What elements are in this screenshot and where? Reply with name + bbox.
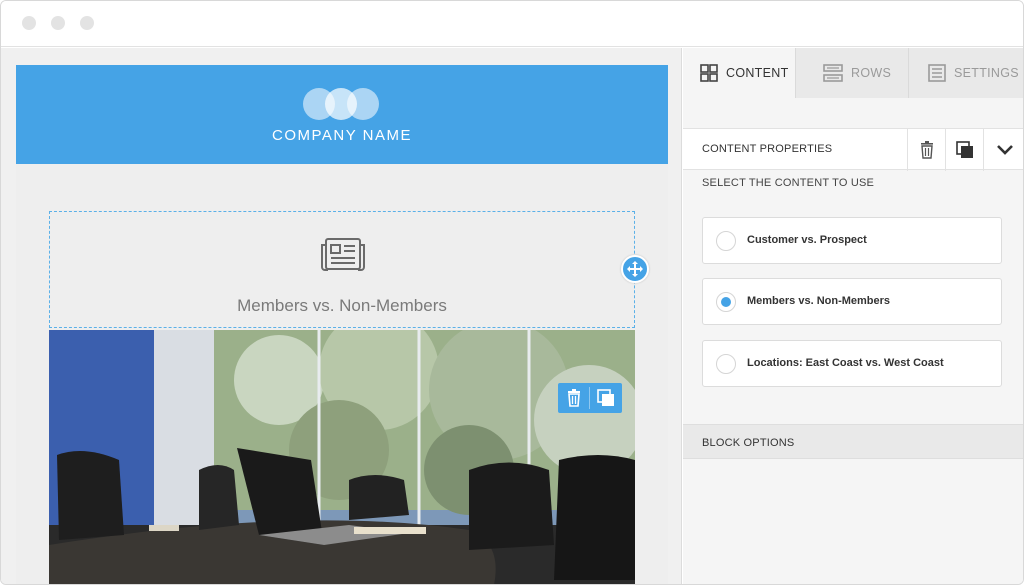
dynamic-block-title: Members vs. Non-Members: [237, 296, 447, 315]
settings-icon: [928, 64, 946, 82]
duplicate-icon[interactable]: [597, 389, 615, 407]
photo-illustration: [49, 330, 635, 584]
trash-icon: [920, 141, 933, 159]
editor-canvas: COMPANY NAME Members vs. Non-Members: [1, 48, 682, 584]
sidebar-tabs: CONTENT ROWS SETTINGS: [683, 48, 1023, 98]
radio-button[interactable]: [716, 354, 736, 374]
radio-button-selected[interactable]: [716, 292, 736, 312]
sidebar-panel: CONTENT ROWS SETTINGS CONTENT PROPERTIES…: [683, 48, 1023, 584]
option-label: Customer vs. Prospect: [747, 234, 867, 246]
window-control-dot[interactable]: [51, 16, 65, 30]
option-label: Members vs. Non-Members: [747, 295, 891, 307]
content-option[interactable]: Members vs. Non-Members: [702, 278, 1002, 325]
window-titlebar: [1, 1, 1023, 47]
image-block-toolbar: [558, 383, 622, 413]
grid-icon: [700, 64, 718, 82]
tab-label: SETTINGS: [954, 66, 1019, 80]
app-window: COMPANY NAME Members vs. Non-Members CON…: [0, 0, 1024, 585]
delete-icon[interactable]: [566, 389, 582, 407]
company-name: COMPANY NAME: [272, 127, 412, 144]
tab-settings[interactable]: SETTINGS: [909, 48, 1023, 98]
option-label: Locations: East Coast vs. West Coast: [747, 357, 944, 369]
company-logo-icon: [303, 88, 379, 120]
content-properties-bar: CONTENT PROPERTIES: [683, 128, 1023, 171]
tab-rows[interactable]: ROWS: [796, 48, 909, 98]
collapse-properties-button[interactable]: [983, 129, 1023, 171]
dynamic-content-icon: [321, 238, 365, 271]
toolbar-divider: [589, 387, 590, 409]
tab-content[interactable]: CONTENT: [683, 48, 796, 98]
move-arrows-icon: [627, 261, 643, 277]
content-option[interactable]: Customer vs. Prospect: [702, 217, 1002, 264]
tab-label: ROWS: [851, 66, 892, 80]
email-header[interactable]: COMPANY NAME: [16, 65, 668, 164]
tab-label: CONTENT: [726, 66, 789, 80]
dynamic-content-block[interactable]: Members vs. Non-Members: [49, 211, 635, 328]
delete-block-button[interactable]: [907, 129, 945, 171]
window-control-dot[interactable]: [80, 16, 94, 30]
block-options-section[interactable]: BLOCK OPTIONS: [683, 424, 1023, 459]
conference-room-image[interactable]: [49, 330, 635, 584]
chevron-down-icon: [996, 145, 1013, 155]
duplicate-block-button[interactable]: [945, 129, 983, 171]
radio-button[interactable]: [716, 231, 736, 251]
select-content-label: SELECT THE CONTENT TO USE: [702, 177, 875, 189]
move-block-handle[interactable]: [621, 255, 649, 283]
duplicate-icon: [955, 141, 973, 158]
window-control-dot[interactable]: [22, 16, 36, 30]
email-preview: COMPANY NAME Members vs. Non-Members: [16, 65, 668, 584]
content-properties-title: CONTENT PROPERTIES: [702, 143, 833, 155]
block-options-label: BLOCK OPTIONS: [702, 437, 795, 449]
rows-icon: [823, 64, 843, 82]
content-option[interactable]: Locations: East Coast vs. West Coast: [702, 340, 1002, 387]
